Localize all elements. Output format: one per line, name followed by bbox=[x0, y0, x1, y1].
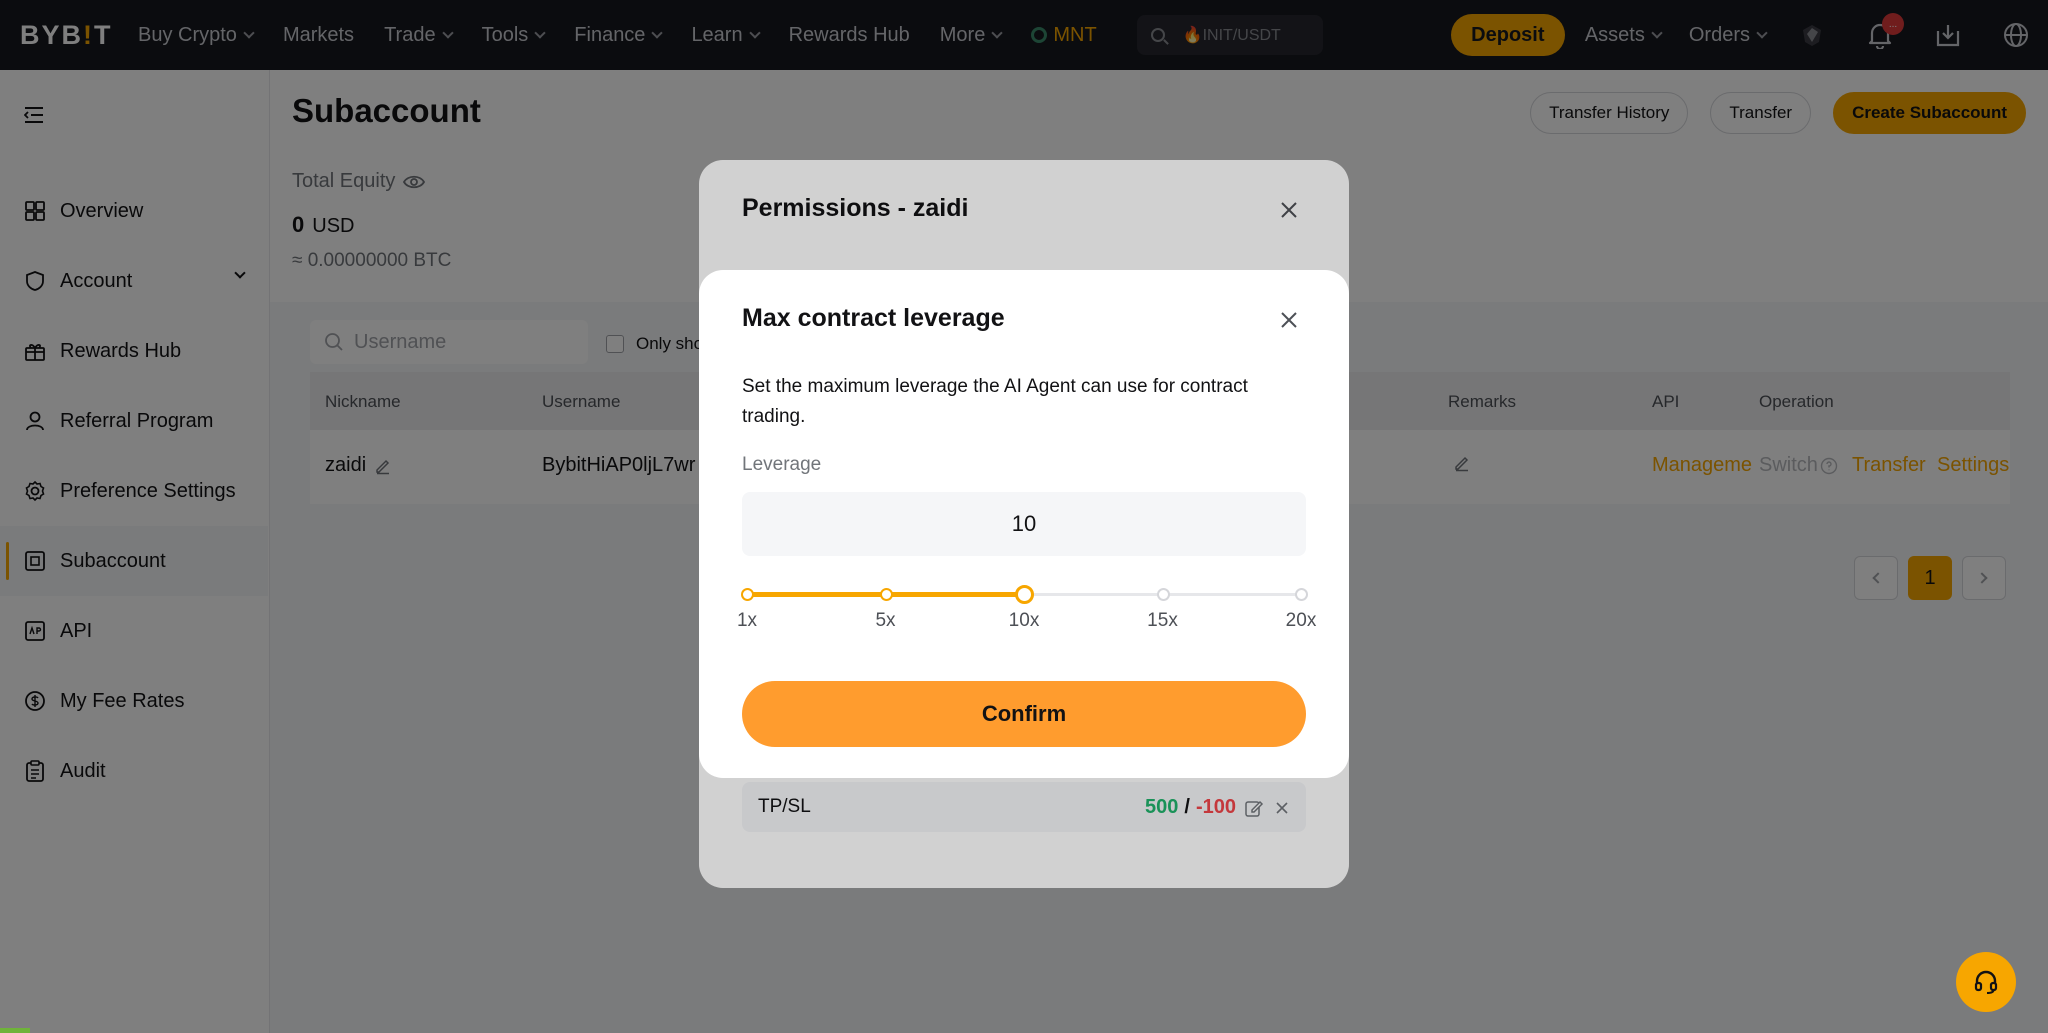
slider-handle[interactable] bbox=[1015, 585, 1034, 604]
leverage-label: Leverage bbox=[742, 454, 822, 475]
slider-node[interactable] bbox=[1156, 588, 1170, 601]
confirm-button[interactable]: Confirm bbox=[742, 681, 1306, 747]
corner-accent bbox=[0, 1028, 30, 1033]
leverage-input[interactable]: 10 bbox=[742, 492, 1306, 556]
close-icon bbox=[1281, 312, 1297, 328]
leverage-modal: Max contract leverage Set the maximum le… bbox=[699, 270, 1349, 778]
leverage-close-button[interactable] bbox=[1279, 310, 1299, 335]
slider-tick-label[interactable]: 10x bbox=[1009, 610, 1040, 632]
slider-tick-label[interactable]: 1x bbox=[737, 610, 757, 632]
leverage-description: Set the maximum leverage the AI Agent ca… bbox=[742, 376, 1248, 427]
leverage-slider[interactable]: 1x 5x 10x 15x 20x bbox=[737, 582, 1316, 632]
support-button[interactable] bbox=[1956, 952, 2016, 1012]
slider-tick-label[interactable]: 5x bbox=[875, 610, 895, 632]
slider-node[interactable] bbox=[1295, 588, 1308, 601]
slider-tick-label[interactable]: 20x bbox=[1286, 610, 1317, 632]
leverage-modal-title: Max contract leverage bbox=[742, 304, 1005, 332]
slider-tick-label[interactable]: 15x bbox=[1147, 610, 1178, 632]
slider-node[interactable] bbox=[741, 588, 754, 601]
slider-node[interactable] bbox=[879, 588, 893, 601]
headset-icon bbox=[1974, 970, 1998, 994]
